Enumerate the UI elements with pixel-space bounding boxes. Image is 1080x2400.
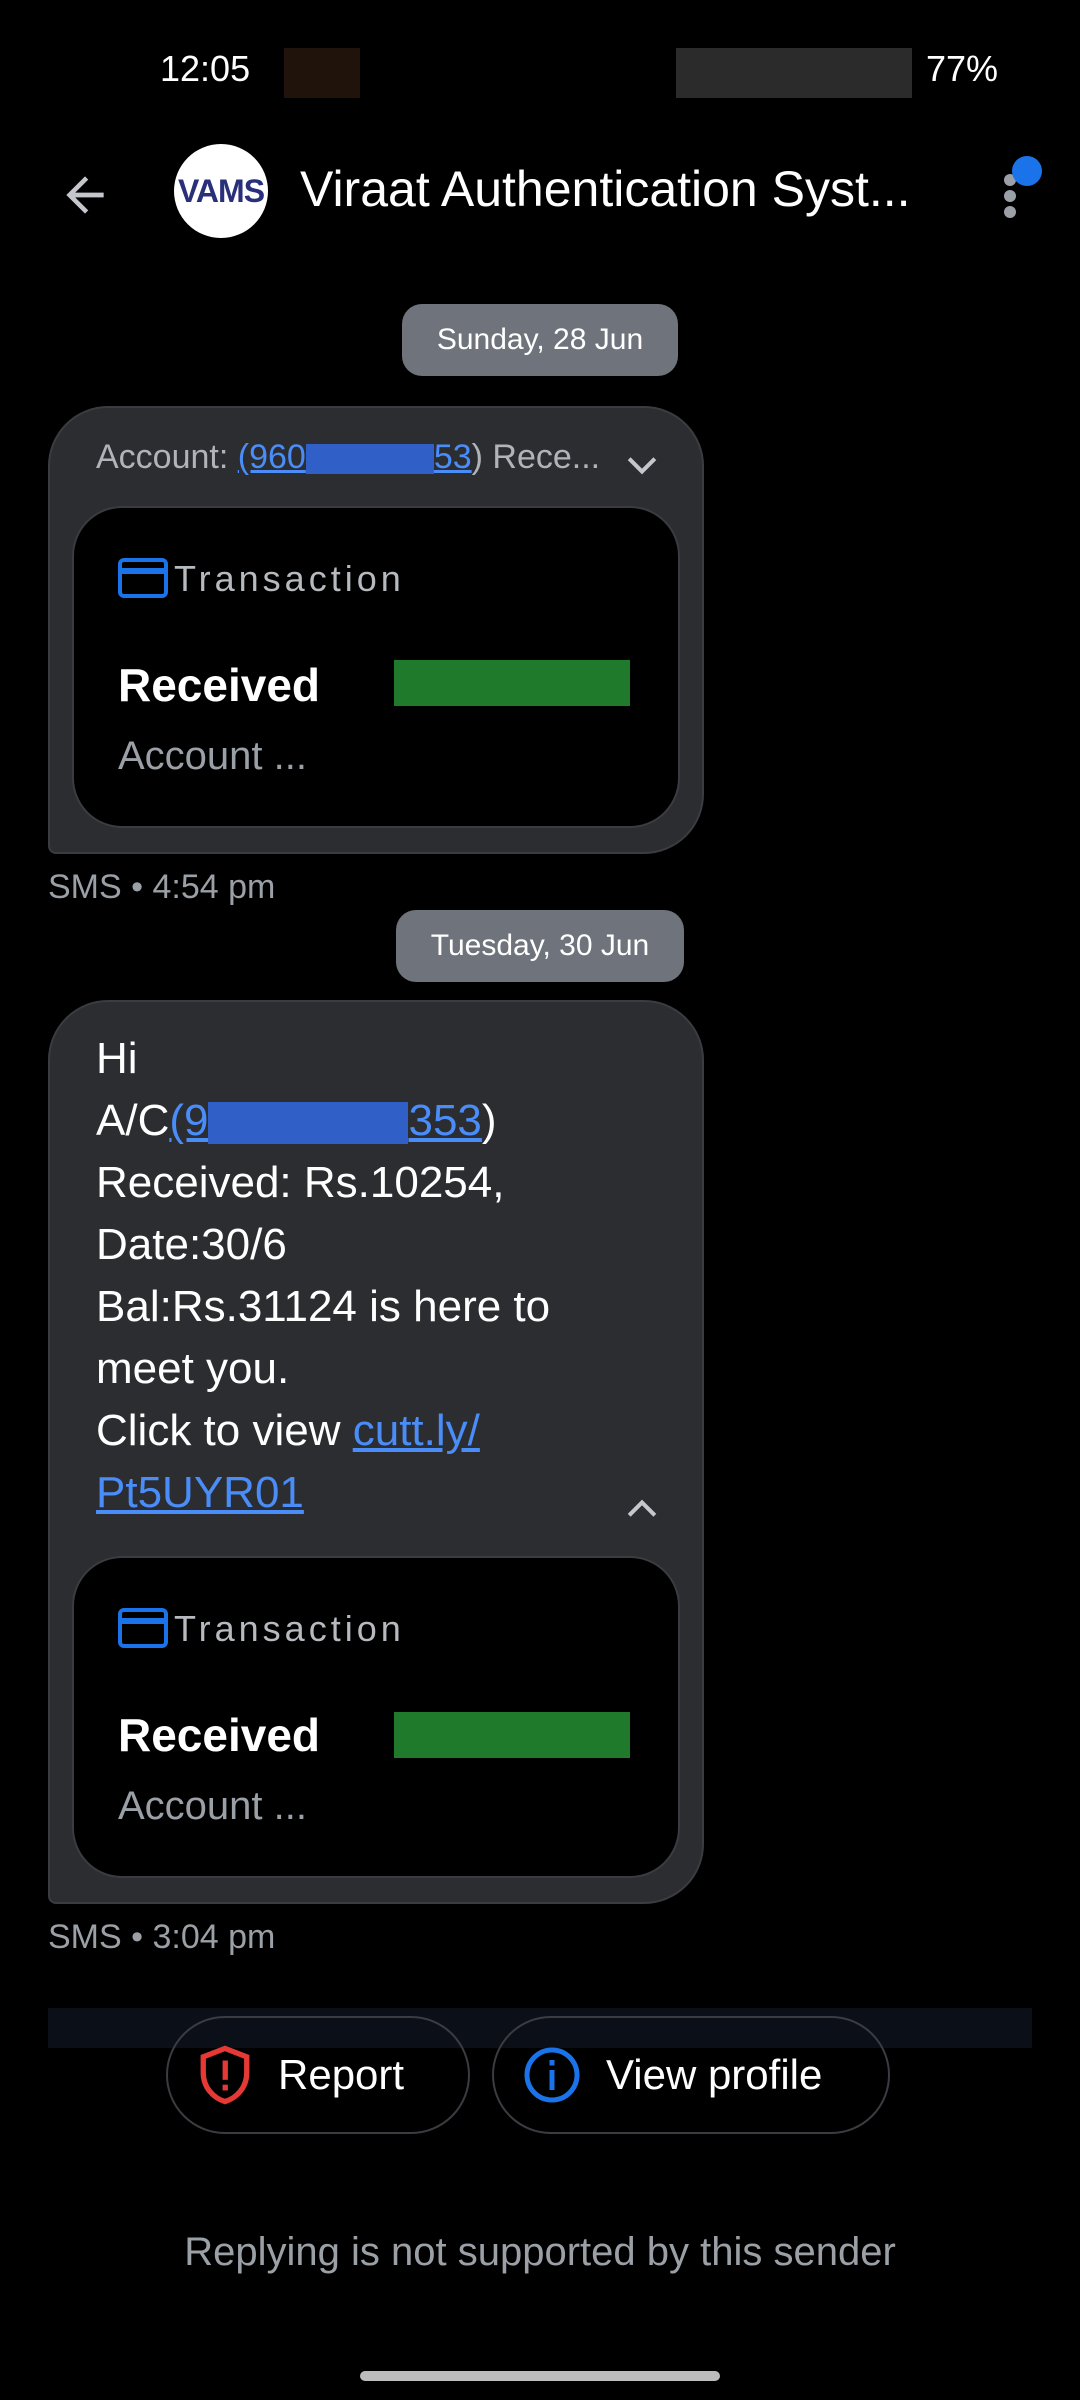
credit-card-icon (118, 558, 168, 598)
message-body: Hi A/C(9 353) Received: Rs.10254, Date:30… (96, 1028, 676, 1524)
reply-not-supported-note: Replying is not supported by this sender (184, 2230, 896, 2274)
view-profile-label: View profile (606, 2051, 823, 2098)
short-url-link-cont[interactable]: Pt5UYR01 (96, 1468, 304, 1517)
chevron-down-icon (627, 457, 657, 475)
message-meta: SMS • 4:54 pm (48, 868, 276, 906)
view-prefix: Click to view (96, 1406, 353, 1455)
expand-button[interactable] (620, 444, 664, 488)
redacted-digits (208, 1102, 409, 1145)
summary-prefix: Account: (96, 438, 238, 476)
status-redacted-area (284, 48, 360, 98)
collapse-button[interactable] (620, 1486, 664, 1530)
notification-badge (1012, 156, 1042, 186)
message-bubble[interactable]: Account: (960 53) Rece... Transaction Rec… (48, 406, 704, 854)
body-line: Hi (96, 1034, 138, 1083)
date-chip: Tuesday, 30 Jun (396, 910, 684, 982)
account-number-link[interactable]: (960 53 (238, 438, 472, 476)
card-received-label: Received (118, 659, 321, 711)
report-label: Report (278, 2051, 405, 2098)
redacted-amount (394, 660, 630, 706)
sender-avatar[interactable]: VAMS (174, 144, 268, 238)
chevron-up-icon (627, 1499, 657, 1517)
link-end: 53 (433, 438, 472, 476)
status-icons-redacted (676, 48, 912, 98)
ac-prefix: A/C (96, 1096, 170, 1145)
avatar-logo-text: VAMS (177, 172, 265, 209)
bubble-summary: Account: (960 53) Rece... (96, 438, 600, 477)
body-line: A/C(9 353) (96, 1090, 676, 1152)
redacted-amount (394, 1712, 630, 1758)
card-account-text: Account ... (118, 734, 307, 778)
card-label: Transaction (174, 558, 405, 599)
redacted-digits (305, 444, 434, 475)
view-profile-button[interactable]: View profile (492, 2016, 890, 2134)
message-meta: SMS • 3:04 pm (48, 1918, 276, 1956)
arrow-left-icon (66, 176, 104, 214)
body-line: Received: Rs.10254, (96, 1158, 505, 1207)
body-line: Bal:Rs.31124 is here to (96, 1282, 551, 1331)
link-end: 353 (408, 1096, 482, 1145)
short-url-link[interactable]: cutt.ly/ (353, 1406, 480, 1455)
card-label: Transaction (174, 1608, 405, 1649)
message-bubble[interactable]: Hi A/C(9 353) Received: Rs.10254, Date:30… (48, 1000, 704, 1904)
back-button[interactable] (50, 160, 120, 230)
summary-suffix: ) Rece... (471, 438, 601, 476)
report-button[interactable]: Report (166, 2016, 470, 2134)
date-chip: Sunday, 28 Jun (402, 304, 678, 376)
card-account-text: Account ... (118, 1784, 307, 1828)
ac-suffix: ) (481, 1096, 497, 1145)
battery-level: 77% (925, 48, 998, 89)
body-line: Click to view cutt.ly/ (96, 1400, 676, 1462)
conversation-title: Viraat Authentication Syst... (300, 161, 911, 217)
transaction-card[interactable]: Transaction Received Account ... (72, 1556, 680, 1878)
link-start: (9 (169, 1096, 209, 1145)
body-line: Date:30/6 (96, 1220, 287, 1269)
shield-alert-icon (200, 2045, 250, 2105)
account-number-link[interactable]: (9 353 (169, 1096, 482, 1145)
more-vert-icon-dot (1004, 206, 1016, 218)
body-line: meet you. (96, 1344, 290, 1393)
more-vert-icon-dot (1004, 190, 1016, 202)
home-indicator[interactable] (360, 2371, 720, 2381)
credit-card-icon (118, 1608, 168, 1648)
info-icon (524, 2047, 580, 2103)
transaction-card[interactable]: Transaction Received Account ... (72, 506, 680, 828)
status-time: 12:05 (160, 48, 251, 89)
card-received-label: Received (118, 1709, 321, 1761)
link-start: (960 (237, 438, 306, 476)
